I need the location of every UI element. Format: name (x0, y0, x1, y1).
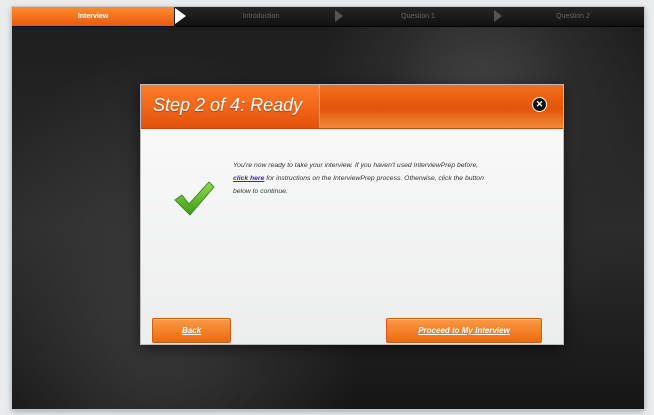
dialog-title: Step 2 of 4: Ready (153, 95, 303, 115)
proceed-to-interview-button[interactable]: Proceed to My Interview (386, 318, 542, 343)
checkmark-icon (174, 181, 215, 216)
dialog-header: Step 2 of 4: Ready ✕ (141, 85, 563, 129)
instructions-link[interactable]: click here (233, 175, 264, 182)
ready-dialog: Step 2 of 4: Ready ✕ You're now ready to… (140, 84, 564, 345)
app-screen: Interview Introduction Question 1 Questi… (12, 7, 644, 409)
progress-step-bar: Interview Introduction Question 1 Questi… (12, 7, 644, 27)
chevron-right-icon (175, 8, 186, 24)
close-icon[interactable]: ✕ (532, 97, 547, 112)
step-introduction[interactable]: Introduction (187, 7, 335, 26)
step-question-2[interactable]: Question 2 (502, 7, 644, 26)
step-question-1[interactable]: Question 1 (344, 7, 492, 26)
chevron-right-icon (335, 10, 343, 22)
dialog-message: You're now ready to take your interview.… (233, 159, 489, 198)
message-text-end: for instructions on the InterviewPrep pr… (233, 175, 484, 195)
step-interview[interactable]: Interview (12, 7, 174, 26)
back-button[interactable]: Back (152, 318, 231, 343)
chevron-right-icon (494, 10, 502, 22)
message-text-start: You're now ready to take your interview.… (233, 162, 479, 169)
